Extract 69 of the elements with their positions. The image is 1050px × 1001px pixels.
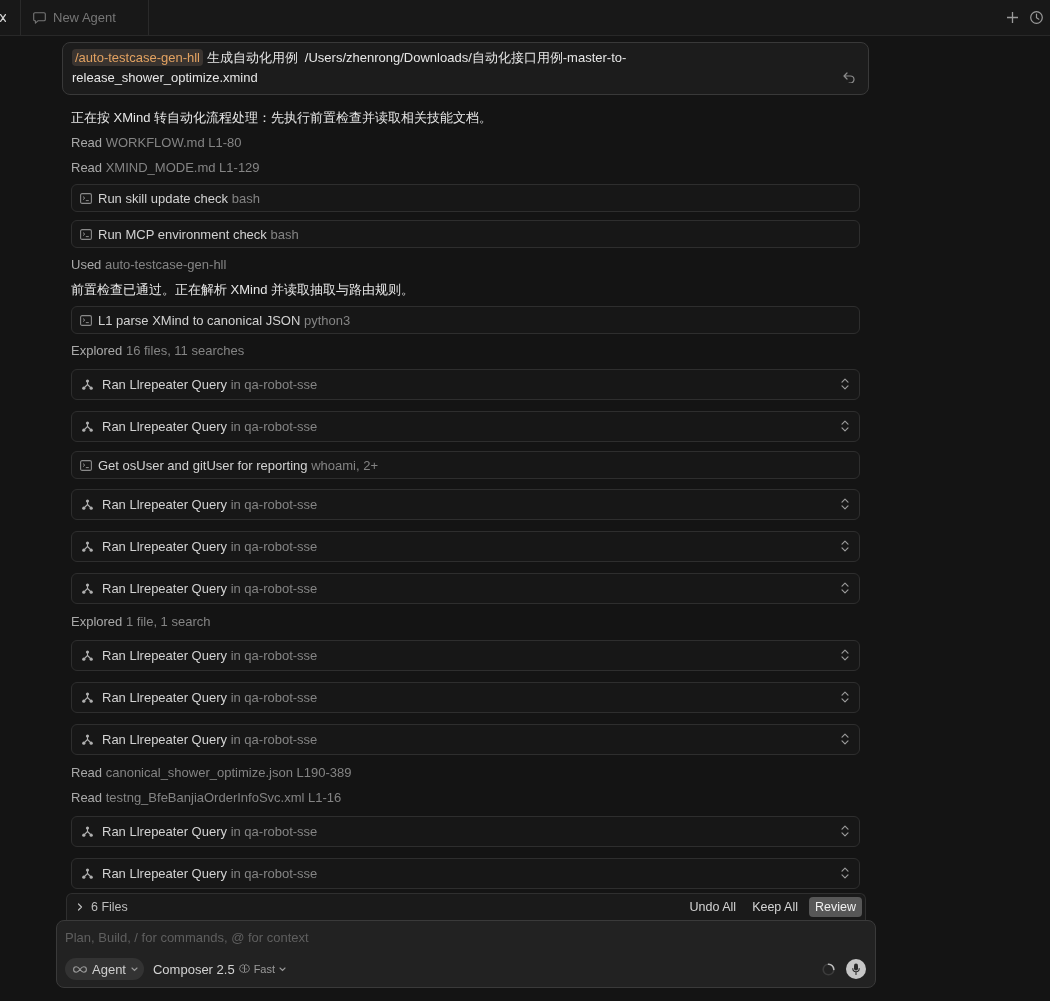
activity-line[interactable]: Explored 16 files, 11 searches <box>71 338 860 363</box>
microphone-button[interactable] <box>846 959 866 979</box>
command-row[interactable]: Run MCP environment check bash <box>71 220 860 248</box>
terminal-icon <box>80 459 92 471</box>
loading-spinner-icon <box>822 962 835 976</box>
command-row[interactable]: Get osUser and gitUser for reporting whoami, 2+ <box>71 451 860 479</box>
tool-call-row[interactable]: Ran Llrepeater Query in qa-robot-sse <box>71 368 860 400</box>
tool-call-row[interactable]: Ran Llrepeater Query in qa-robot-sse <box>71 815 860 847</box>
tool-call-row[interactable]: Ran Llrepeater Query in qa-robot-sse <box>71 530 860 562</box>
tool-call-row[interactable]: Ran Llrepeater Query in qa-robot-sse <box>71 639 860 671</box>
chevron-up-down-icon[interactable] <box>841 733 849 745</box>
node-graph-icon <box>82 498 93 510</box>
tool-call-row[interactable]: Ran Llrepeater Query in qa-robot-sse <box>71 857 860 889</box>
tool-call-row[interactable]: Ran Llrepeater Query in qa-robot-sse <box>71 488 860 520</box>
node-graph-icon <box>82 867 93 879</box>
plus-icon[interactable] <box>1007 12 1018 23</box>
tool-call-row[interactable]: Ran Llrepeater Query in qa-robot-sse <box>71 723 860 755</box>
terminal-icon <box>80 192 92 204</box>
clock-icon[interactable] <box>1030 11 1043 24</box>
agent-tab[interactable]: New Agent <box>20 0 149 35</box>
activity-line[interactable]: Used auto-testcase-gen-hll <box>71 252 860 277</box>
microphone-icon <box>852 963 860 975</box>
brain-icon <box>238 964 250 974</box>
chat-input-box[interactable]: Plan, Build, / for commands, @ for context Agent Composer 2.5 Fast <box>56 920 876 988</box>
undo-arrow-icon[interactable] <box>843 72 855 83</box>
tool-call-row[interactable]: Ran Llrepeater Query in qa-robot-sse <box>71 681 860 713</box>
action-button[interactable]: Undo All <box>684 898 742 916</box>
mode-dropdown[interactable]: Agent <box>65 958 144 980</box>
chevron-up-down-icon[interactable] <box>841 498 849 510</box>
activity-line[interactable]: Read WORKFLOW.md L1-80 <box>71 130 860 155</box>
action-button[interactable]: Keep All <box>747 898 803 916</box>
chevron-up-down-icon[interactable] <box>841 649 849 661</box>
chevron-up-down-icon[interactable] <box>841 691 849 703</box>
node-graph-icon <box>82 649 93 661</box>
terminal-icon <box>80 228 92 240</box>
chevron-up-down-icon[interactable] <box>841 825 849 837</box>
activity-line[interactable]: Read testng_BfeBanjiaOrderInfoSvc.xml L1-16 <box>71 785 860 810</box>
node-graph-icon <box>82 825 93 837</box>
chevron-up-down-icon[interactable] <box>841 867 849 879</box>
command-row[interactable]: Run skill update check bash <box>71 184 860 212</box>
close-icon[interactable] <box>0 13 6 22</box>
tool-call-row[interactable]: Ran Llrepeater Query in qa-robot-sse <box>71 572 860 604</box>
message-text: /auto-testcase-gen-hll 生成自动化用例 /Users/zhenrong/Downloads/自动化接口用例-master-to-release_shower_optimize.xmind <box>72 48 628 87</box>
caret-down-icon <box>131 966 138 972</box>
infinity-icon <box>73 965 87 973</box>
activity-line[interactable]: Read canonical_shower_optimize.json L190-389 <box>71 760 860 785</box>
node-graph-icon <box>82 378 93 390</box>
chevron-up-down-icon[interactable] <box>841 420 849 432</box>
command-row[interactable]: L1 parse XMind to canonical JSON python3 <box>71 306 860 334</box>
chevron-up-down-icon[interactable] <box>841 540 849 552</box>
prompt-input[interactable]: Plan, Build, / for commands, @ for context <box>65 928 866 946</box>
review-button[interactable]: Review <box>809 897 862 917</box>
chevron-up-down-icon[interactable] <box>841 582 849 594</box>
files-toggle[interactable]: 6 Files <box>76 900 128 914</box>
node-graph-icon <box>82 582 93 594</box>
caret-down-icon <box>279 966 287 972</box>
model-dropdown[interactable]: Composer 2.5 Fast <box>150 961 290 977</box>
chevron-up-down-icon[interactable] <box>841 378 849 390</box>
activity-line[interactable]: Explored 1 file, 1 search <box>71 609 860 634</box>
node-graph-icon <box>82 733 93 745</box>
node-graph-icon <box>82 691 93 703</box>
terminal-icon <box>80 314 92 326</box>
tool-call-row[interactable]: Ran Llrepeater Query in qa-robot-sse <box>71 410 860 442</box>
assistant-message: 正在按 XMind 转自动化流程处理：先执行前置检查并读取相关技能文档。 <box>71 109 494 127</box>
assistant-message: 前置检查已通过。正在解析 XMind 并读取抽取与路由规则。 <box>71 281 416 299</box>
node-graph-icon <box>82 420 93 432</box>
activity-line[interactable]: Read XMIND_MODE.md L1-129 <box>71 155 860 180</box>
chat-bubble-icon <box>33 11 46 24</box>
node-graph-icon <box>82 540 93 552</box>
